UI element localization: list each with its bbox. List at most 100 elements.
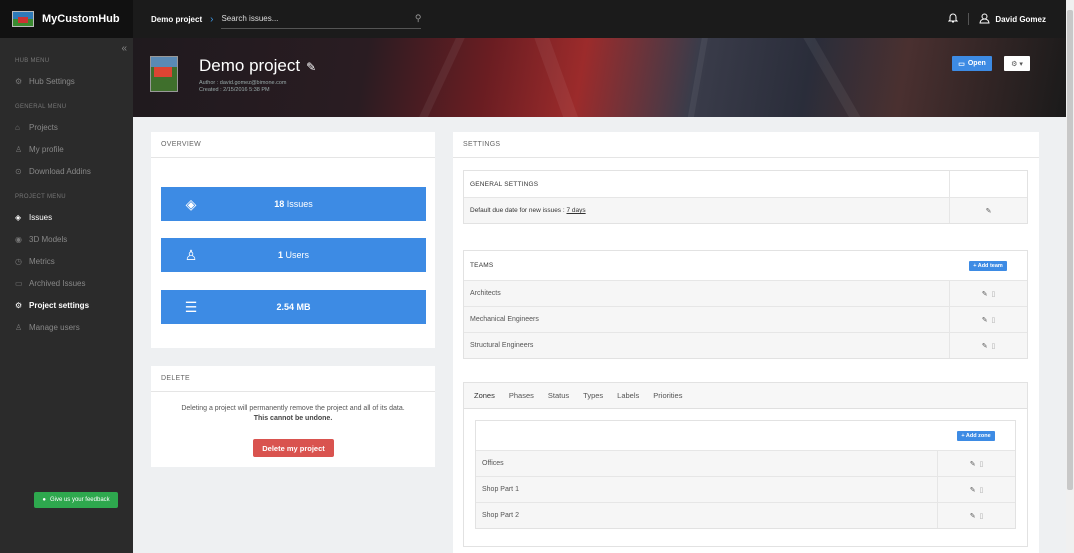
sidebar-section-title: PROJECT MENU	[15, 194, 66, 200]
general-settings-table: GENERAL SETTINGS Default due date for ne…	[463, 170, 1028, 224]
tab-status[interactable]: Status	[548, 391, 569, 400]
home-icon: ⌂	[15, 122, 20, 132]
tab-labels[interactable]: Labels	[617, 391, 639, 400]
edit-icon[interactable]: ✎	[986, 207, 992, 215]
add-zone-button[interactable]: + Add zone	[957, 430, 995, 441]
edit-icon[interactable]: ✎	[982, 290, 988, 298]
due-date-label: Default due date for new issues :	[470, 207, 565, 214]
sidebar-item-download-addins[interactable]: ⊙ Download Addins	[0, 160, 133, 182]
sidebar-item-archived-issues[interactable]: ▭ Archived Issues	[0, 272, 133, 294]
settings-panel: SETTINGS GENERAL SETTINGS Default due da…	[453, 132, 1039, 553]
sidebar-item-projects[interactable]: ⌂ Projects	[0, 116, 133, 138]
project-meta: Author : david.gomez@bimone.com Created …	[199, 80, 287, 94]
brand[interactable]: MyCustomHub	[0, 0, 133, 38]
stat-label: Issues	[286, 199, 313, 209]
sidebar-item-label: Hub Settings	[29, 76, 75, 86]
sidebar-item-manage-users[interactable]: ♙ Manage users	[0, 316, 133, 338]
search-input[interactable]: Search issues...	[221, 14, 278, 23]
sidebar-item-3d-models[interactable]: ◉ 3D Models	[0, 228, 133, 250]
search-box[interactable]: Search issues... ⚲	[221, 9, 422, 29]
edit-icon[interactable]: ✎	[970, 512, 976, 520]
table-row: Shop Part 1 ✎ ▯	[476, 476, 1015, 502]
stat-value: 18	[274, 199, 285, 209]
bell-icon[interactable]	[948, 12, 959, 26]
overview-panel: OVERVIEW ◈ 18 Issues ♙ 1 Users ☰ 2.54 MB	[151, 132, 435, 348]
gear-icon: ⚙	[15, 300, 23, 310]
breadcrumb-project[interactable]: Demo project	[151, 15, 202, 24]
project-author: Author : david.gomez@bimone.com	[199, 80, 287, 86]
tab-priorities[interactable]: Priorities	[653, 391, 682, 400]
edit-icon[interactable]: ✎	[970, 460, 976, 468]
panel-title: OVERVIEW	[151, 132, 435, 158]
scrollbar-thumb[interactable]	[1067, 10, 1073, 490]
tab-types[interactable]: Types	[583, 391, 603, 400]
trash-icon[interactable]: ▯	[991, 290, 995, 298]
panel-title: SETTINGS	[453, 132, 1039, 158]
project-thumbnail	[150, 56, 178, 92]
sidebar-section-title: HUB MENU	[15, 58, 50, 64]
sidebar-item-metrics[interactable]: ◷ Metrics	[0, 250, 133, 272]
app-logo	[12, 11, 34, 27]
gear-icon: ⚙	[15, 76, 23, 86]
user-icon: ♙	[15, 144, 23, 154]
due-date-value[interactable]: 7 days	[566, 207, 585, 214]
sidebar-item-label: Download Addins	[29, 166, 91, 176]
folder-icon: ▭	[958, 60, 965, 68]
table-row: Structural Engineers ✎ ▯	[464, 332, 1027, 358]
sidebar-item-label: Metrics	[29, 256, 55, 266]
settings-tabs: Zones Phases Status Types Labels Priorit…	[464, 383, 1027, 409]
eye-icon: ◉	[15, 234, 22, 244]
add-team-button[interactable]: + Add team	[969, 260, 1007, 271]
search-icon[interactable]: ⚲	[415, 13, 422, 24]
breadcrumb-arrow-icon: ›	[210, 13, 214, 25]
sidebar-item-hub-settings[interactable]: ⚙ Hub Settings	[0, 70, 133, 92]
project-created: Created : 2/15/2016 5:38 PM	[199, 87, 270, 93]
project-title: Demo project ✎	[199, 56, 316, 76]
trash-icon[interactable]: ▯	[979, 486, 983, 494]
chat-icon: ●	[42, 497, 46, 503]
trash-icon[interactable]: ▯	[979, 460, 983, 468]
stat-storage[interactable]: ☰ 2.54 MB	[161, 290, 426, 324]
table-row: Offices ✎ ▯	[476, 450, 1015, 476]
due-date-row: Default due date for new issues : 7 days…	[464, 197, 1027, 223]
project-banner: Demo project ✎ Author : david.gomez@bimon…	[133, 38, 1066, 117]
sidebar-item-label: Archived Issues	[29, 278, 86, 288]
sidebar-section-title: GENERAL MENU	[15, 104, 67, 110]
zone-name: Offices	[482, 460, 504, 467]
edit-icon[interactable]: ✎	[982, 316, 988, 324]
team-name: Mechanical Engineers	[470, 316, 539, 323]
stat-value: 2.54 MB	[276, 302, 311, 312]
tab-zones[interactable]: Zones	[474, 391, 495, 400]
layers-icon: ◈	[185, 195, 197, 212]
sidebar-item-label: Issues	[29, 212, 53, 222]
zone-name: Shop Part 2	[482, 512, 519, 519]
panel-title: DELETE	[151, 366, 435, 392]
feedback-button[interactable]: ● Give us your feedback	[34, 492, 118, 508]
stat-users[interactable]: ♙ 1 Users	[161, 238, 426, 272]
sidebar-item-project-settings[interactable]: ⚙ Project settings	[0, 294, 133, 316]
stat-value: 1	[277, 250, 283, 260]
zone-name: Shop Part 1	[482, 486, 519, 493]
collapse-icon[interactable]: «	[121, 43, 127, 54]
sidebar-item-my-profile[interactable]: ♙ My profile	[0, 138, 133, 160]
trash-icon[interactable]: ▯	[991, 316, 995, 324]
delete-project-button[interactable]: Delete my project	[253, 439, 334, 457]
edit-title-icon[interactable]: ✎	[306, 60, 316, 74]
sidebar-item-label: Projects	[29, 122, 58, 132]
edit-icon[interactable]: ✎	[970, 486, 976, 494]
trash-icon[interactable]: ▯	[979, 512, 983, 520]
open-label: Open	[967, 60, 986, 67]
sidebar-item-issues[interactable]: ◈ Issues	[0, 206, 133, 228]
feedback-label: Give us your feedback	[49, 497, 110, 503]
stat-issues[interactable]: ◈ 18 Issues	[161, 187, 426, 221]
tab-phases[interactable]: Phases	[509, 391, 534, 400]
table-row: Architects ✎ ▯	[464, 280, 1027, 306]
open-button[interactable]: ▭ Open	[952, 56, 992, 71]
delete-panel: DELETE Deleting a project will permanent…	[151, 366, 435, 467]
project-options-button[interactable]: ⚙ ▾	[1004, 56, 1030, 71]
user-name[interactable]: David Gomez	[995, 15, 1046, 24]
user-icon	[979, 13, 990, 26]
trash-icon[interactable]: ▯	[991, 342, 995, 350]
edit-icon[interactable]: ✎	[982, 342, 988, 350]
sidebar-item-label: 3D Models	[29, 234, 68, 244]
